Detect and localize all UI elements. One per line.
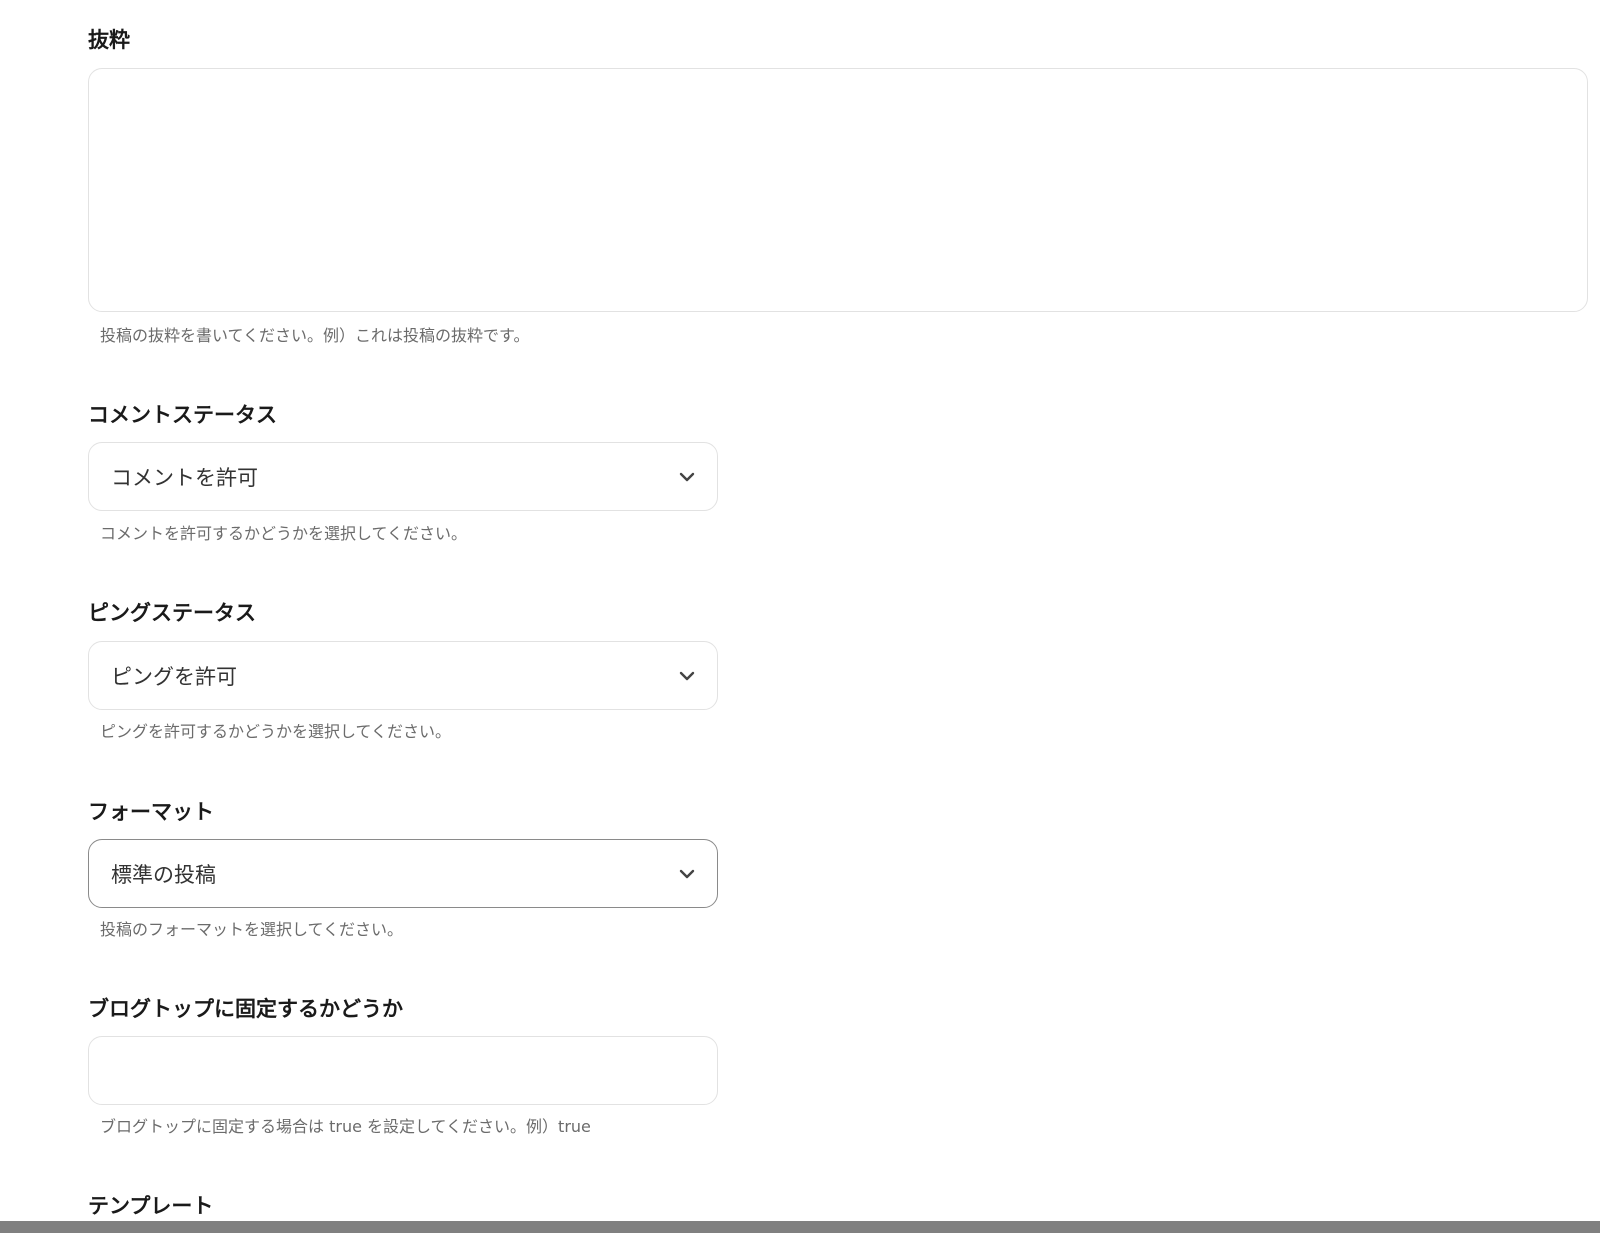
comment-status-label: コメントステータス	[88, 403, 277, 427]
chevron-down-icon	[679, 671, 695, 680]
excerpt-label: 抜粋	[88, 28, 130, 52]
chevron-down-icon	[679, 472, 695, 481]
ping-status-help-text: ピングを許可するかどうかを選択してください。	[100, 722, 452, 741]
chevron-down-icon	[679, 869, 695, 878]
sticky-input[interactable]	[88, 1036, 718, 1105]
comment-status-help-text: コメントを許可するかどうかを選択してください。	[100, 524, 468, 543]
post-settings-form: 抜粋 投稿の抜粋を書いてください。例）これは投稿の抜粋です。 コメントステータス…	[0, 0, 1600, 1233]
ping-status-label: ピングステータス	[88, 601, 256, 625]
sticky-label: ブログトップに固定するかどうか	[88, 997, 403, 1021]
bottom-edge-bar	[0, 1221, 1600, 1233]
ping-status-select[interactable]: ピングを許可	[88, 641, 718, 710]
format-select[interactable]: 標準の投稿	[88, 839, 718, 908]
comment-status-value: コメントを許可	[111, 465, 258, 490]
format-label: フォーマット	[88, 800, 214, 824]
format-help-text: 投稿のフォーマットを選択してください。	[100, 920, 404, 939]
sticky-help-text: ブログトップに固定する場合は true を設定してください。例）true	[100, 1117, 591, 1136]
template-label: テンプレート	[88, 1194, 214, 1218]
excerpt-textarea[interactable]	[88, 68, 1588, 312]
comment-status-select[interactable]: コメントを許可	[88, 442, 718, 511]
format-value: 標準の投稿	[111, 862, 216, 887]
excerpt-help-text: 投稿の抜粋を書いてください。例）これは投稿の抜粋です。	[100, 326, 530, 345]
ping-status-value: ピングを許可	[111, 664, 237, 689]
